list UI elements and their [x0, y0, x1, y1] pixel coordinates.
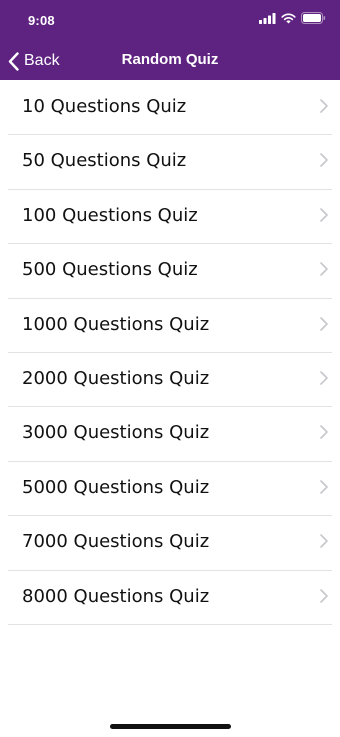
list-item-label: 8000 Questions Quiz	[22, 585, 210, 607]
list-item-label: 5000 Questions Quiz	[22, 476, 210, 498]
list-item-label: 50 Questions Quiz	[22, 150, 187, 172]
status-time: 9:08	[28, 13, 55, 28]
app-header: 9:08 Back Random Quiz	[0, 0, 340, 80]
home-indicator	[110, 724, 231, 729]
list-item-label: 1000 Questions Quiz	[22, 313, 210, 335]
list-item[interactable]: 5000 Questions Quiz	[8, 462, 332, 517]
navigation-bar: Back Random Quiz	[0, 44, 340, 80]
battery-icon	[301, 12, 326, 24]
chevron-right-icon	[320, 588, 328, 603]
list-item[interactable]: 100 Questions Quiz	[8, 190, 332, 245]
list-item[interactable]: 3000 Questions Quiz	[8, 407, 332, 462]
wifi-icon	[281, 13, 296, 23]
list-item[interactable]: 7000 Questions Quiz	[8, 516, 332, 571]
list-item-label: 10 Questions Quiz	[22, 96, 187, 117]
chevron-right-icon	[320, 371, 328, 385]
list-item[interactable]: 1000 Questions Quiz	[8, 299, 332, 353]
list-item[interactable]: 50 Questions Quiz	[8, 135, 332, 190]
chevron-right-icon	[320, 262, 328, 276]
chevron-right-icon	[320, 534, 328, 548]
chevron-right-icon	[320, 99, 328, 113]
signal-icon	[259, 12, 276, 24]
chevron-right-icon	[320, 153, 328, 168]
list-item[interactable]: 8000 Questions Quiz	[8, 571, 332, 625]
quiz-list: 10 Questions Quiz 50 Questions Quiz 100 …	[0, 81, 340, 625]
chevron-right-icon	[320, 316, 328, 331]
chevron-right-icon	[320, 207, 328, 222]
list-item-label: 3000 Questions Quiz	[22, 422, 210, 444]
list-item[interactable]: 500 Questions Quiz	[8, 244, 332, 299]
list-item-label: 2000 Questions Quiz	[22, 367, 210, 389]
list-item-label: 100 Questions Quiz	[22, 204, 198, 226]
list-item-label: 500 Questions Quiz	[22, 259, 198, 281]
chevron-right-icon	[320, 479, 328, 494]
list-item-label: 7000 Questions Quiz	[22, 531, 210, 553]
status-icons	[259, 12, 326, 24]
page-title: Random Quiz	[121, 51, 219, 68]
chevron-right-icon	[320, 425, 328, 440]
list-item[interactable]: 10 Questions Quiz	[8, 81, 332, 136]
list-item[interactable]: 2000 Questions Quiz	[8, 353, 332, 408]
